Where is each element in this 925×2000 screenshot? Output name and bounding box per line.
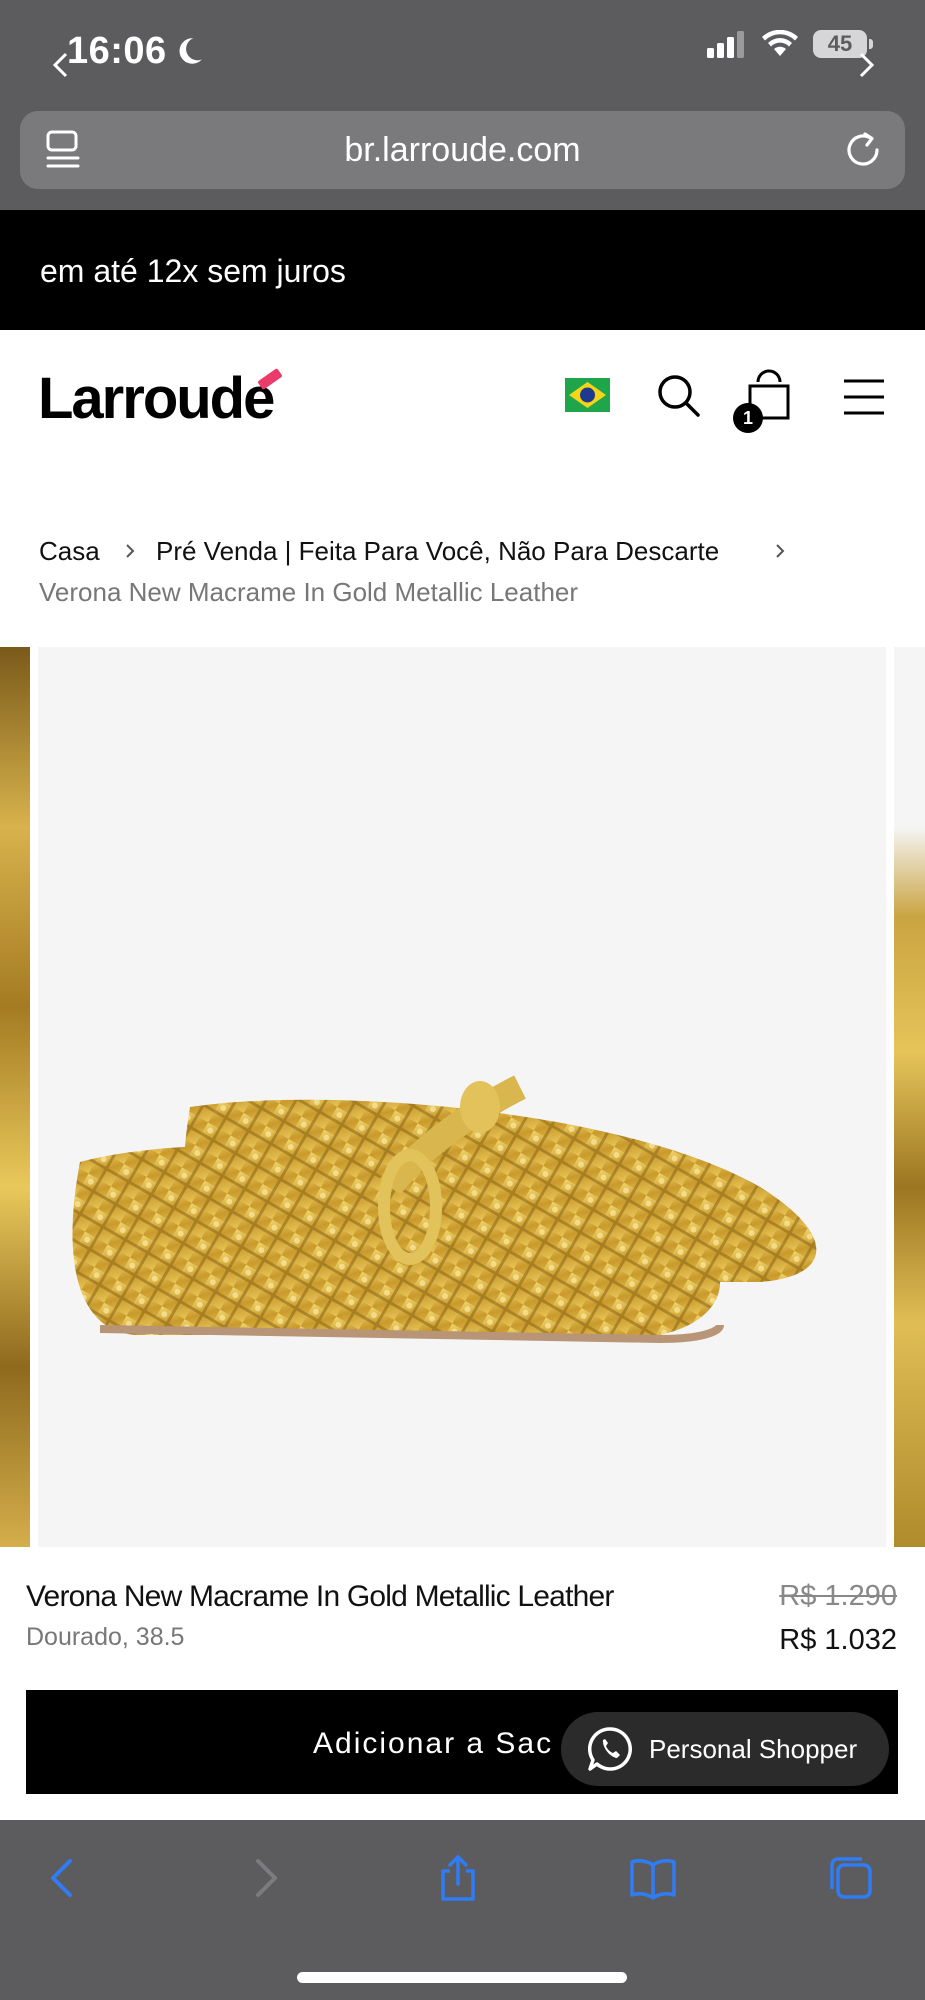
brand-logo[interactable]: Larroude [38,365,275,432]
promo-text: em até 12x sem juros [40,253,346,289]
url-text: br.larroude.com [344,130,581,169]
personal-shopper-button[interactable]: Personal Shopper [561,1712,889,1786]
status-time: 16:06 [67,30,167,72]
hamburger-menu-icon[interactable] [842,378,886,416]
breadcrumb-chevron-icon [126,544,135,558]
cart-count-badge: 1 [733,403,763,433]
breadcrumb-category[interactable]: Pré Venda | Feita Para Você, Não Para De… [156,536,719,567]
sale-price: R$ 1.032 [779,1624,897,1656]
share-icon[interactable] [433,1853,483,1903]
bookmarks-icon[interactable] [628,1853,678,1903]
product-name: Verona New Macrame In Gold Metallic Leat… [26,1580,614,1613]
promo-banner: em até 12x sem juros [0,210,925,330]
shoe-illustration [72,1075,817,1344]
moon-icon [179,38,202,64]
tabs-icon[interactable] [826,1853,876,1903]
gallery-prev-image[interactable] [0,647,30,1547]
forward-icon[interactable] [240,1853,290,1903]
original-price: R$ 1.290 [779,1580,897,1612]
personal-shopper-label: Personal Shopper [649,1733,858,1764]
home-indicator [297,1972,627,1983]
product-gallery[interactable] [0,647,925,1547]
breadcrumb-current: Verona New Macrame In Gold Metallic Leat… [39,577,579,607]
page-menu-icon[interactable] [44,128,84,172]
back-icon[interactable] [38,1853,88,1903]
search-icon[interactable] [655,372,701,418]
add-to-bag-label: Adicionar a Sac [313,1727,554,1760]
status-indicators: 45 [707,30,873,58]
chevron-left-icon[interactable] [46,50,76,80]
address-bar[interactable]: br.larroude.com [20,111,905,189]
whatsapp-icon [587,1727,632,1771]
product-variant: Dourado, 38.5 [26,1623,185,1651]
brazil-flag-icon[interactable] [565,378,610,412]
wifi-icon [762,30,798,56]
reload-icon[interactable] [841,128,885,172]
chevron-right-icon[interactable] [851,50,881,80]
gallery-next-image[interactable] [894,647,925,1547]
signal-icon [707,31,744,58]
breadcrumb-chevron-icon [776,544,785,558]
breadcrumb-home[interactable]: Casa [39,536,100,567]
